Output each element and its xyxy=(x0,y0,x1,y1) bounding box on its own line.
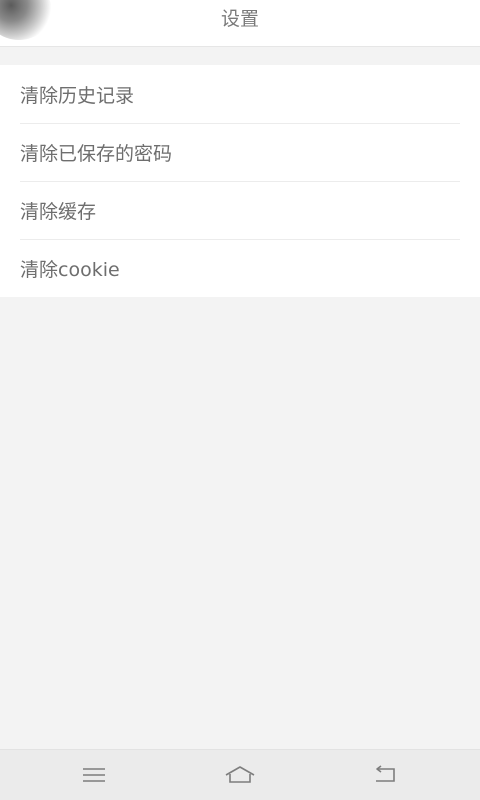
clear-saved-passwords-label: 清除已保存的密码 xyxy=(20,142,173,165)
back-button[interactable] xyxy=(366,762,406,788)
header-bar: 设置 xyxy=(0,0,480,47)
clear-history-item[interactable]: 清除历史记录 xyxy=(0,65,480,123)
clear-saved-passwords-item[interactable]: 清除已保存的密码 xyxy=(0,123,480,181)
page-title: 设置 xyxy=(220,8,259,30)
clear-cookie-item[interactable]: 清除cookie xyxy=(0,239,480,297)
settings-list: 清除历史记录 清除已保存的密码 清除缓存 清除cookie xyxy=(0,65,480,297)
clear-history-label: 清除历史记录 xyxy=(20,84,135,107)
menu-icon xyxy=(83,768,105,782)
clear-cache-item[interactable]: 清除缓存 xyxy=(0,181,480,239)
clear-cache-label: 清除缓存 xyxy=(20,200,97,223)
system-nav-bar xyxy=(0,749,480,800)
clear-cookie-label: 清除cookie xyxy=(20,258,120,281)
home-icon xyxy=(225,766,255,783)
home-button[interactable] xyxy=(220,762,260,788)
menu-button[interactable] xyxy=(74,762,114,788)
back-icon xyxy=(376,765,395,782)
